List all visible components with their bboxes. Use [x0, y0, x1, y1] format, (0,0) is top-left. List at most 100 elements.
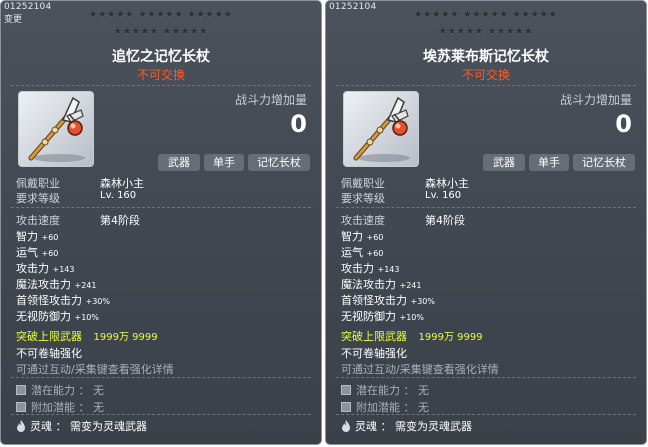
stat-row: 无视防御力 +10% [16, 308, 99, 324]
item-icon-frame [18, 91, 94, 167]
stat-row: 无视防御力 +10% [341, 308, 424, 324]
star-force-row-1: ★★★★★ ★★★★★ ★★★★★ [89, 10, 233, 20]
power-increase-value: 0 [615, 110, 632, 138]
enhance-hint: 可通过互动/采集键查看强化详情 [341, 363, 499, 376]
stat-label: 魔法攻击力 [341, 278, 396, 291]
stat-label: 首领怪攻击力 [341, 294, 407, 307]
job-value: 森林小主 [100, 177, 144, 190]
stat-label: 无视防御力 [16, 310, 71, 323]
level-requirement-row: 要求等级 Lv. 160 [16, 190, 136, 206]
stat-value: +10% [399, 313, 424, 322]
stat-label: 首领怪攻击力 [16, 294, 82, 307]
tag-weapon: 武器 [158, 154, 200, 171]
item-icon-frame [343, 91, 419, 167]
stat-value: +143 [377, 265, 400, 274]
breakthrough-label: 突破上限武器 [16, 330, 82, 343]
attack-speed-value: 第4阶段 [425, 214, 465, 227]
potential-label: 潜在能力 ： 无 [356, 384, 429, 397]
attack-speed-label: 攻击速度 [341, 214, 385, 227]
item-title: 埃苏莱布斯记忆长杖 [423, 49, 549, 65]
no-scroll-enhance: 不可卷轴强化 [16, 347, 82, 360]
potential-row: 潜在能力 ： 无 [341, 382, 429, 398]
stat-row: 运气 +60 [16, 244, 58, 260]
bonus-potential-row: 附加潜能 ： 无 [16, 399, 104, 415]
potential-label: 潜在能力 ： 无 [31, 384, 104, 397]
tag-memory-staff: 记忆长杖 [248, 154, 310, 171]
item-tooltip-left: 01252104 变更 ★★★★★ ★★★★★ ★★★★★ ★★★★★ ★★★★… [0, 0, 322, 445]
soul-label: 灵魂 ： 需变为灵魂武器 [30, 420, 147, 433]
job-label: 佩戴职业 [16, 177, 60, 190]
staff-weapon-icon [28, 96, 85, 162]
stat-label: 运气 [341, 246, 363, 259]
breakthrough-value: 1999万 9999 [93, 332, 158, 343]
stat-label: 智力 [16, 230, 38, 243]
soul-flame-icon [17, 420, 25, 432]
stat-row: 首领怪攻击力 +30% [341, 292, 435, 308]
trade-status: 不可交换 [461, 68, 510, 82]
item-title: 追忆之记忆长杖 [112, 49, 210, 65]
potential-row: 潜在能力 ： 无 [16, 382, 104, 398]
stat-row: 魔法攻击力 +241 [341, 276, 421, 292]
power-increase-label: 战斗力增加量 [559, 93, 632, 107]
job-label: 佩戴职业 [341, 177, 385, 190]
breakthrough-row: 突破上限武器 1999万 9999 [341, 328, 483, 344]
power-increase-label: 战斗力增加量 [234, 93, 307, 107]
divider [336, 377, 636, 378]
stat-row: 魔法攻击力 +241 [16, 276, 96, 292]
attack-speed-row: 攻击速度 第4阶段 [341, 212, 465, 228]
item-tooltip-right: 01252104 ★★★★★ ★★★★★ ★★★★★ ★★★★★ ★★★★★ 埃… [325, 0, 647, 445]
breakthrough-row: 突破上限武器 1999万 9999 [16, 328, 158, 344]
job-requirement-row: 佩戴职业 森林小主 [16, 175, 144, 191]
soul-row: 灵魂 ： 需变为灵魂武器 [16, 418, 147, 434]
attack-speed-value: 第4阶段 [100, 214, 140, 227]
potential-icon [16, 385, 26, 395]
tag-one-handed: 单手 [204, 154, 244, 171]
bonus-potential-row: 附加潜能 ： 无 [341, 399, 429, 415]
enhance-hint: 可通过互动/采集键查看强化详情 [16, 363, 174, 376]
bonus-potential-icon [16, 402, 26, 412]
stat-row: 攻击力 +143 [341, 260, 399, 276]
stat-row: 首领怪攻击力 +30% [16, 292, 110, 308]
tag-memory-staff: 记忆长杖 [573, 154, 635, 171]
tag-one-handed: 单手 [529, 154, 569, 171]
star-force-row-2: ★★★★★ ★★★★★ [438, 27, 534, 37]
attack-speed-label: 攻击速度 [16, 214, 60, 227]
bonus-potential-label: 附加潜能 ： 无 [31, 401, 104, 414]
star-force-row-1: ★★★★★ ★★★★★ ★★★★★ [414, 10, 558, 20]
stat-value: +143 [52, 265, 75, 274]
stat-row: 运气 +60 [341, 244, 383, 260]
tag-weapon: 武器 [483, 154, 525, 171]
no-scroll-enhance: 不可卷轴强化 [341, 347, 407, 360]
bonus-potential-icon [341, 402, 351, 412]
level-value: Lv. 160 [425, 190, 462, 201]
level-value: Lv. 160 [100, 190, 137, 201]
attack-speed-row: 攻击速度 第4阶段 [16, 212, 140, 228]
job-value: 森林小主 [425, 177, 469, 190]
divider [11, 207, 311, 208]
breakthrough-value: 1999万 9999 [418, 332, 483, 343]
stat-row: 攻击力 +143 [16, 260, 74, 276]
soul-row: 灵魂 ： 需变为灵魂武器 [341, 418, 472, 434]
stat-value: +30% [85, 297, 110, 306]
bonus-potential-label: 附加潜能 ： 无 [356, 401, 429, 414]
stat-row: 智力 +60 [341, 228, 383, 244]
stat-value: +30% [410, 297, 435, 306]
stat-value: +60 [41, 249, 59, 258]
divider [11, 414, 311, 415]
potential-icon [341, 385, 351, 395]
job-requirement-row: 佩戴职业 森林小主 [341, 175, 469, 191]
divider [11, 377, 311, 378]
stat-label: 运气 [16, 246, 38, 259]
level-label: 要求等级 [16, 192, 60, 205]
breakthrough-label: 突破上限武器 [341, 330, 407, 343]
stat-label: 攻击力 [341, 262, 374, 275]
divider [11, 85, 311, 86]
level-label: 要求等级 [341, 192, 385, 205]
stat-value: +10% [74, 313, 99, 322]
power-increase-value: 0 [290, 110, 307, 138]
stat-row: 智力 +60 [16, 228, 58, 244]
stat-value: +60 [41, 233, 59, 242]
soul-flame-icon [342, 420, 350, 432]
stat-value: +60 [366, 233, 384, 242]
stat-value: +241 [399, 281, 422, 290]
